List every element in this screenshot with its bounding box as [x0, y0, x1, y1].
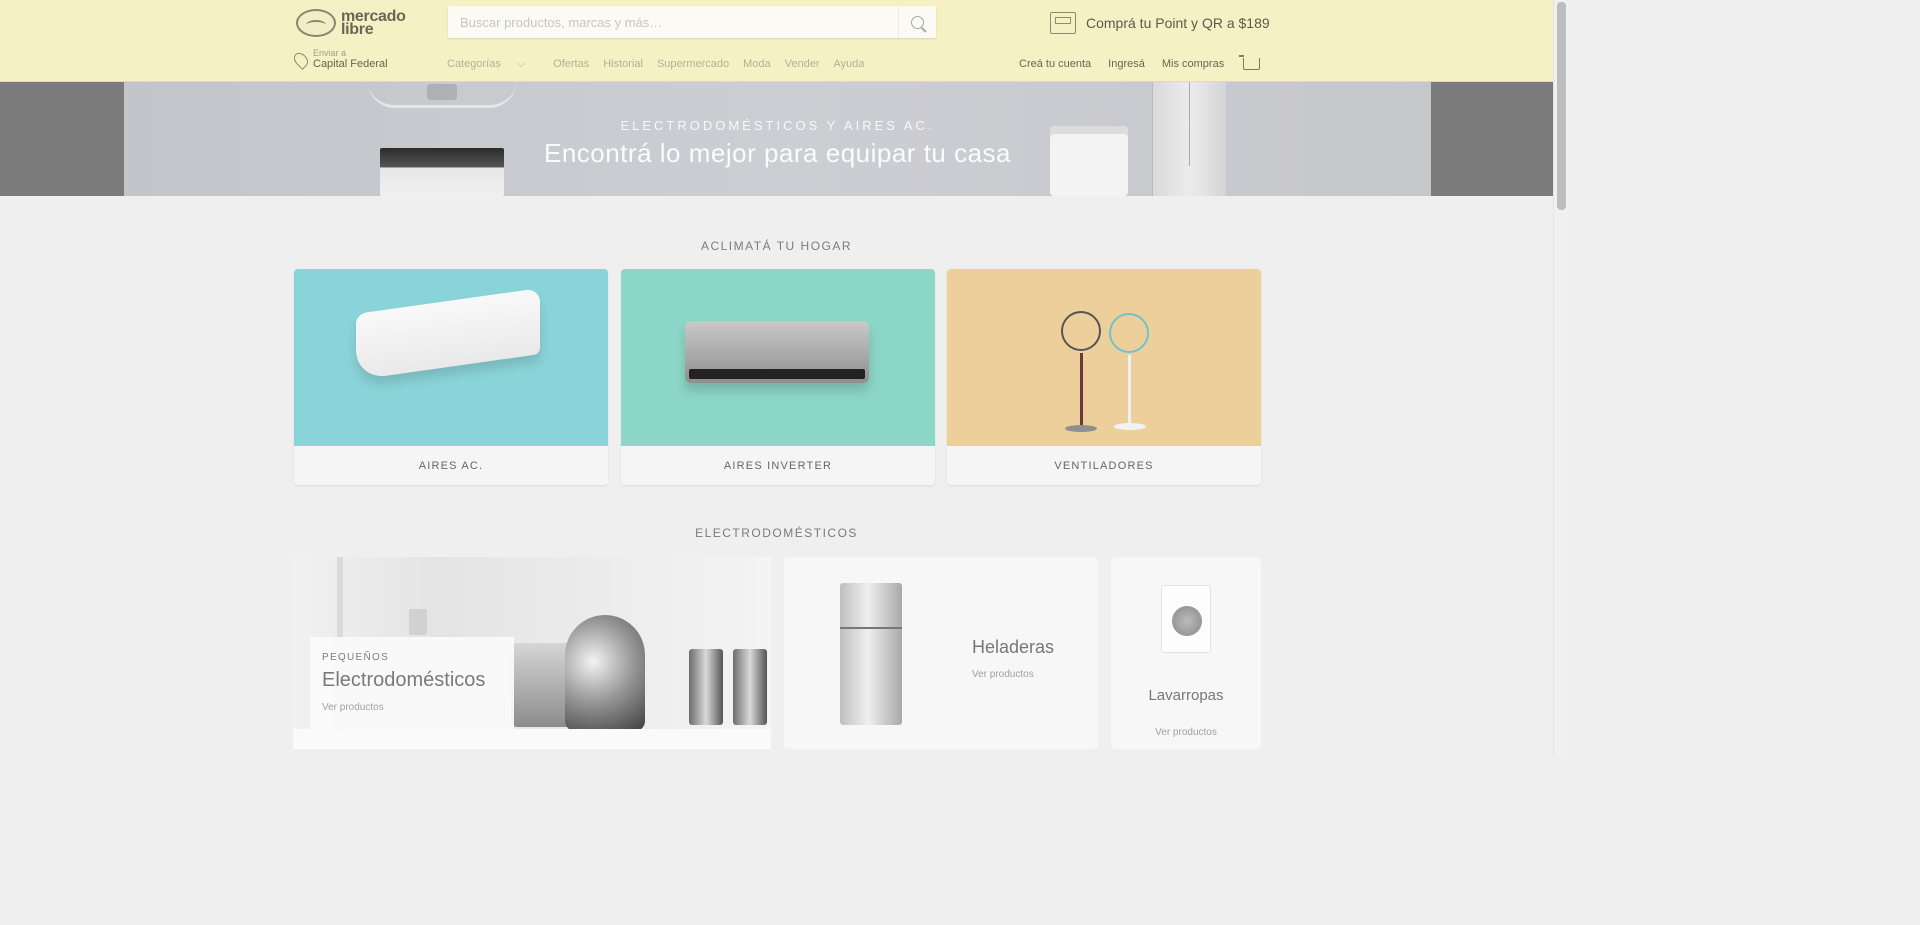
my-purchases-link[interactable]: Mis compras [1162, 58, 1224, 70]
location-label: Enviar a [313, 48, 347, 58]
card-aires-inverter[interactable]: AIRES INVERTER [621, 269, 935, 485]
card-ventiladores[interactable]: VENTILADORES [947, 269, 1261, 485]
scrollbar-thumb[interactable] [1557, 2, 1566, 210]
small-appliances-link[interactable]: Ver productos [322, 702, 502, 713]
nav-help[interactable]: Ayuda [834, 58, 865, 71]
heladeras-link[interactable]: Ver productos [972, 669, 1034, 680]
search-bar [448, 6, 936, 38]
small-appliances-caption: PEQUEÑOS Electrodomésticos Ver productos [310, 637, 514, 733]
canister-image [689, 649, 723, 725]
location-pin-icon [291, 50, 311, 70]
header: mercado libre Comprá tu Point y QR a $18… [0, 0, 1553, 82]
logo-text: mercado libre [341, 8, 406, 38]
washing-machine-image [1161, 585, 1211, 653]
aires-ac-image [294, 269, 608, 446]
climate-section-title: ACLIMATÁ TU HOGAR [700, 239, 853, 253]
small-appliances-kicker: PEQUEÑOS [322, 652, 390, 663]
kettle-image [565, 615, 645, 731]
nav-offers[interactable]: Ofertas [553, 58, 589, 71]
chevron-down-icon: ⌵ [516, 58, 526, 70]
page-scrollbar[interactable] [1553, 0, 1568, 755]
air-conditioner-image [356, 288, 540, 380]
tile-heladeras[interactable]: Heladeras Ver productos [784, 557, 1098, 749]
small-appliances-title: Electrodomésticos [322, 669, 486, 691]
cart-icon[interactable] [1239, 55, 1261, 70]
fan-base [1065, 425, 1097, 432]
aires-inverter-image [621, 269, 935, 446]
nav-categories-label: Categorías [447, 58, 501, 70]
search-icon [911, 15, 924, 29]
canister-image [733, 649, 767, 725]
card-label: AIRES AC. [418, 459, 484, 472]
nav-supermarket[interactable]: Supermercado [657, 58, 729, 71]
fan-head-image [1109, 313, 1149, 353]
account-nav: Creá tu cuenta Ingresá Mis compras [1019, 55, 1261, 70]
range-hood-panel [427, 84, 457, 100]
wall-socket-image [409, 609, 427, 635]
nav-fashion[interactable]: Moda [743, 58, 771, 71]
inverter-ac-image [685, 321, 869, 383]
tile-small-appliances[interactable]: PEQUEÑOS Electrodomésticos Ver productos [293, 557, 771, 749]
fan-pole [1080, 353, 1083, 429]
ventiladores-image [947, 269, 1261, 446]
fan-head-image [1061, 311, 1101, 351]
hero-subtitle: ELECTRODOMÉSTICOS Y AIRES AC. [620, 118, 935, 133]
search-button[interactable] [898, 6, 936, 38]
hero-title: Encontrá lo mejor para equipar tu casa [543, 138, 1012, 168]
nav-history[interactable]: Historial [603, 58, 643, 71]
heladeras-title: Heladeras [972, 637, 1055, 657]
card-label: VENTILADORES [1054, 459, 1154, 472]
handshake-logo-icon [296, 9, 336, 37]
point-promo-link[interactable]: Comprá tu Point y QR a $189 [1050, 12, 1270, 34]
location-value: Capital Federal [313, 58, 388, 70]
shipping-location[interactable]: Enviar a Capital Federal [291, 48, 388, 70]
hero-banner[interactable]: ELECTRODOMÉSTICOS Y AIRES AC. Encontrá l… [124, 82, 1431, 196]
lavarropas-link[interactable]: Ver productos [1111, 727, 1261, 738]
fan-base [1114, 423, 1146, 430]
nav-categories[interactable]: Categorías ⌵ [447, 58, 539, 71]
refrigerator-image [840, 583, 902, 725]
main-nav: Categorías ⌵ Ofertas Historial Supermerca… [447, 58, 879, 71]
tile-lavarropas[interactable]: Lavarropas Ver productos [1111, 557, 1261, 749]
fan-pole [1128, 355, 1131, 427]
card-label: AIRES INVERTER [723, 459, 833, 472]
point-device-icon [1050, 12, 1076, 34]
search-input[interactable] [448, 6, 888, 38]
nav-sell[interactable]: Vender [785, 58, 820, 71]
create-account-link[interactable]: Creá tu cuenta [1019, 58, 1091, 70]
mercadolibre-logo[interactable]: mercado libre [296, 8, 408, 38]
card-aires-ac[interactable]: AIRES AC. [294, 269, 608, 485]
promo-text: Comprá tu Point y QR a $189 [1086, 15, 1270, 31]
login-link[interactable]: Ingresá [1108, 58, 1145, 70]
appliances-section-title: ELECTRODOMÉSTICOS [695, 526, 858, 540]
lavarropas-title: Lavarropas [1148, 687, 1224, 704]
